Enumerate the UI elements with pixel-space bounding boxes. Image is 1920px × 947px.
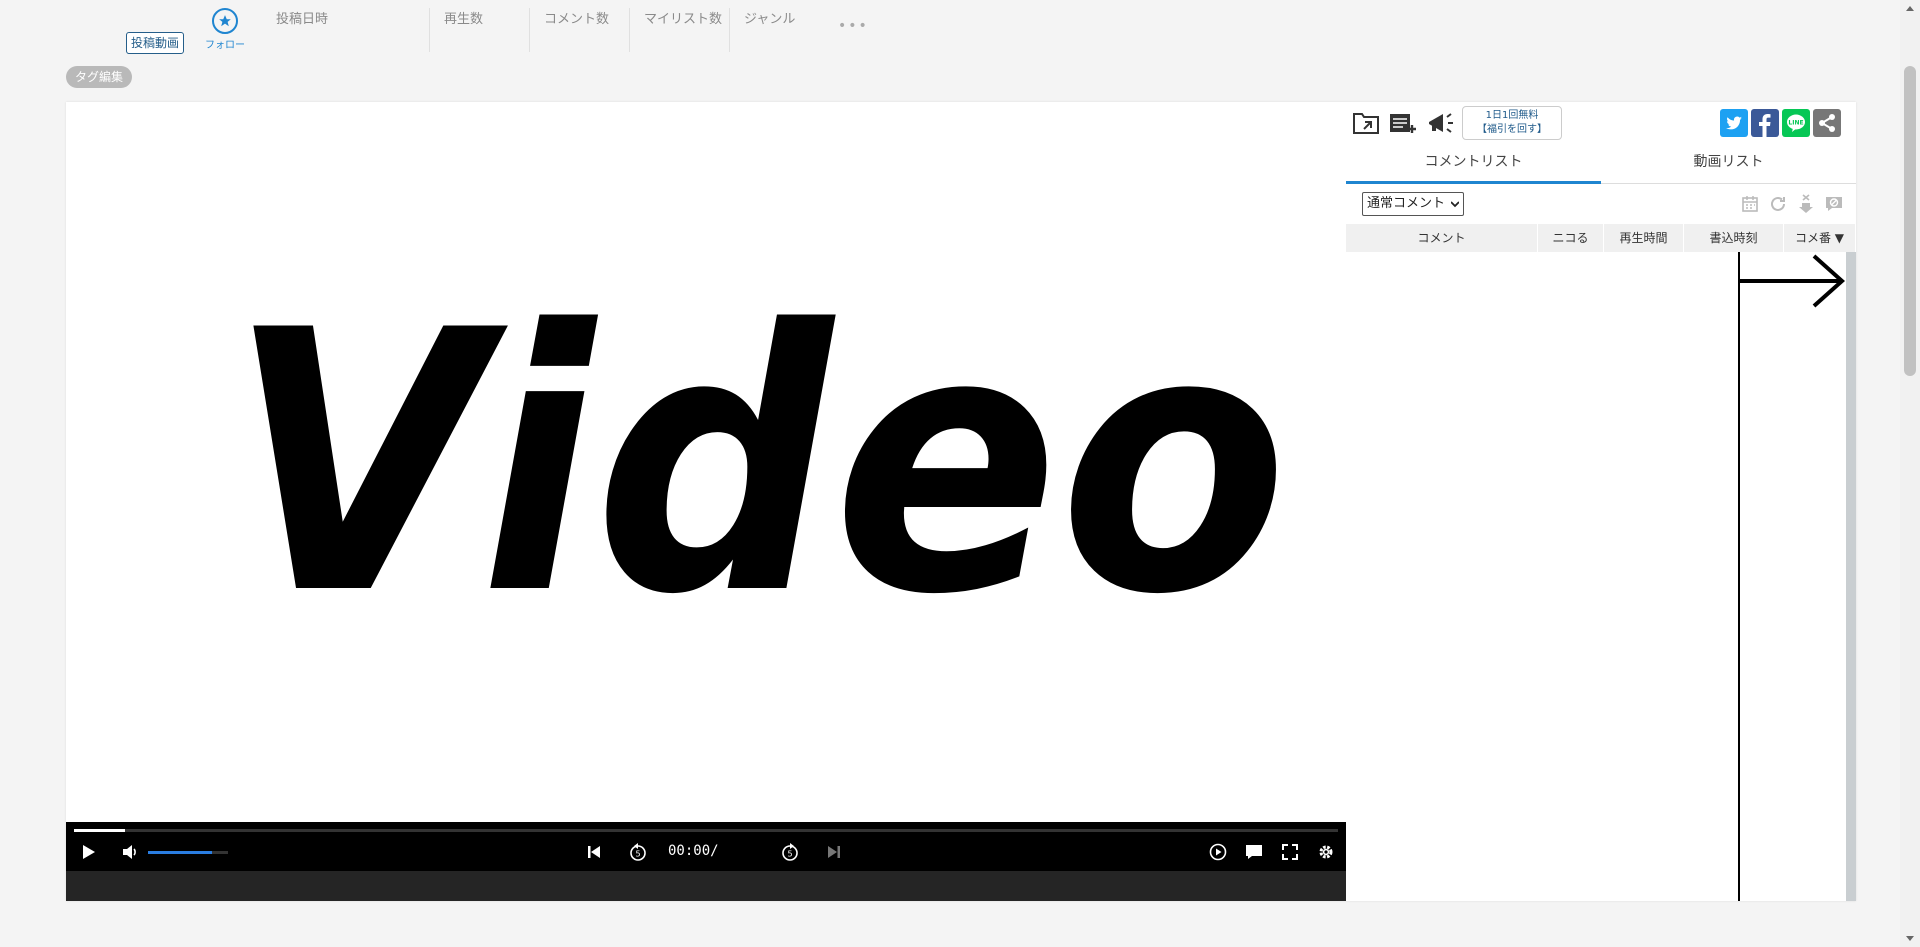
play-icon[interactable] [78,842,98,862]
facebook-share-icon[interactable] [1751,109,1779,137]
column-nicoru[interactable]: ニコる [1538,224,1604,252]
column-posted-time[interactable]: 書込時刻 [1684,224,1784,252]
settings-gear-icon[interactable] [1316,842,1336,862]
stat-comment-count: コメント数 [529,8,629,52]
time-display: 00:00/ [668,843,719,859]
svg-text:5: 5 [635,850,640,859]
follow-button[interactable]: フォロー [200,8,250,51]
column-comment[interactable]: コメント [1346,224,1538,252]
player-container: Video 5 00:00/ 5 1日1回無料 【福引を回す】 LINE コメン… [66,102,1856,901]
rewind-5s-icon[interactable]: 5 [628,842,648,862]
video-info-bar: 投稿動画 フォロー 投稿日時 再生数 コメント数 マイリスト数 ジャンル ••• [0,0,1900,56]
column-play-time[interactable]: 再生時間 [1604,224,1684,252]
calendar-icon[interactable] [1740,194,1760,214]
arrow-right-icon [1738,254,1846,308]
side-panel-toolbar: 1日1回無料 【福引を回す】 LINE [1346,102,1856,144]
video-placeholder-text: Video [228,254,1288,673]
stat-posted-date: 投稿日時 [276,12,329,27]
follow-label: フォロー [205,40,245,51]
line-share-icon[interactable]: LINE [1782,109,1810,137]
page-scrollbar[interactable] [1900,0,1920,947]
comment-type-select[interactable]: 通常コメント [1362,192,1464,216]
video-screen[interactable]: Video [66,102,1346,822]
player-controls: 5 00:00/ 5 [66,822,1346,871]
more-icon[interactable]: ••• [838,18,869,34]
promo-line-1: 1日1回無料 [1485,110,1539,121]
stat-genre: ジャンル [729,8,829,52]
comment-list[interactable] [1346,252,1846,901]
tab-video-list[interactable]: 動画リスト [1601,144,1856,184]
ng-comment-icon[interactable] [1824,194,1844,214]
refresh-icon[interactable] [1768,194,1788,214]
svg-text:LINE: LINE [1788,120,1803,127]
fullscreen-icon[interactable] [1280,842,1300,862]
seek-bar[interactable] [74,829,1338,832]
twitter-share-icon[interactable] [1720,109,1748,137]
side-panel-tabs: コメントリスト 動画リスト [1346,144,1856,184]
volume-icon[interactable] [120,842,140,862]
list-divider [1738,252,1740,901]
autoplay-icon[interactable] [1208,842,1228,862]
star-icon [212,8,238,34]
add-mylist-icon[interactable] [1388,111,1418,135]
skip-next-icon[interactable] [824,842,844,862]
comment-table-header: コメント ニコる 再生時間 書込時刻 コメ番 ▼ [1346,224,1856,252]
posted-video-badge[interactable]: 投稿動画 [126,32,185,54]
page-scroll-thumb[interactable] [1904,66,1916,376]
seek-progress [74,829,125,832]
folder-open-icon[interactable] [1352,111,1380,135]
svg-text:5: 5 [787,850,792,859]
volume-level [148,851,212,854]
volume-slider[interactable] [148,851,228,854]
comment-type-value: 通常コメント [1367,196,1446,211]
forward-5s-icon[interactable]: 5 [780,842,800,862]
promo-line-2: 【福引を回す】 [1477,124,1547,135]
side-panel: 1日1回無料 【福引を回す】 LINE コメントリスト 動画リスト 通常コメント [1346,102,1856,901]
scroll-up-icon[interactable] [1905,4,1915,12]
player-footer-bar [66,871,1346,901]
lottery-promo-bubble[interactable]: 1日1回無料 【福引を回す】 [1462,106,1562,140]
column-comment-number[interactable]: コメ番 ▼ [1784,224,1856,252]
auto-scroll-icon[interactable] [1796,194,1816,214]
chevron-down-icon [1451,201,1459,208]
tag-edit-button[interactable]: タグ編集 [66,66,133,88]
scroll-down-icon[interactable] [1905,935,1915,943]
megaphone-icon[interactable] [1426,110,1454,136]
comment-toggle-icon[interactable] [1244,842,1264,862]
comment-list-scrollbar[interactable] [1846,252,1856,901]
stat-mylist-count: マイリスト数 [629,8,729,52]
share-icon[interactable] [1813,109,1841,137]
stat-view-count: 再生数 [429,8,529,52]
tab-comment-list[interactable]: コメントリスト [1346,144,1601,184]
skip-previous-icon[interactable] [584,842,604,862]
